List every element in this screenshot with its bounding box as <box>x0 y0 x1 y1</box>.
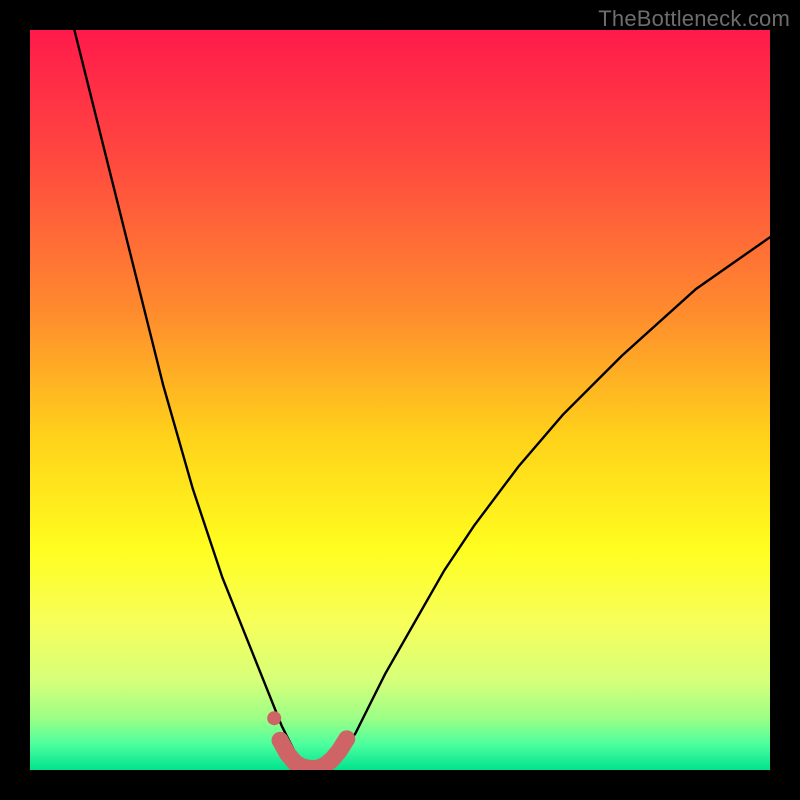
watermark-text: TheBottleneck.com <box>598 6 790 32</box>
highlight-band-end <box>338 730 355 747</box>
highlight-band-end <box>272 732 289 749</box>
chart-background <box>30 30 770 770</box>
chart-svg <box>30 30 770 770</box>
highlight-dot <box>267 711 281 725</box>
chart-frame <box>30 30 770 770</box>
